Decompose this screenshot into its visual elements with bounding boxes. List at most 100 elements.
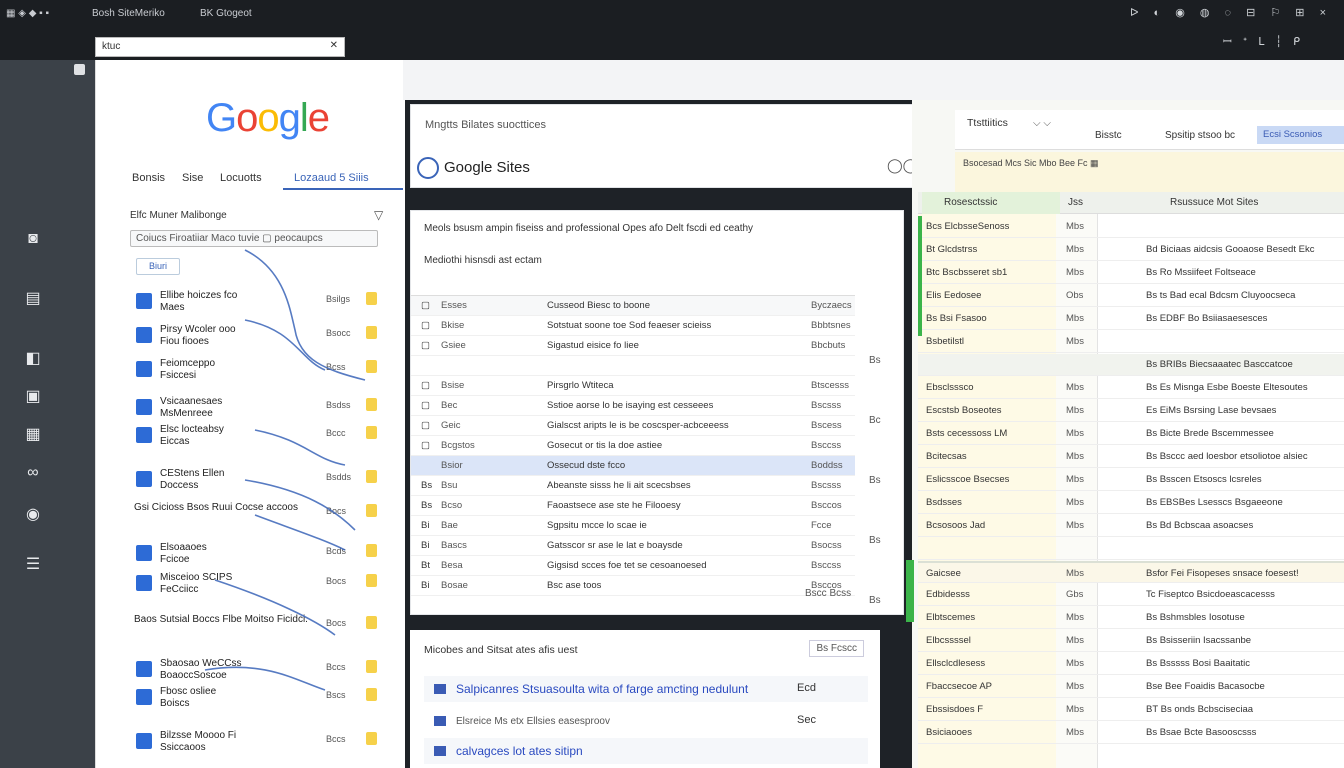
grid-cell-c2[interactable]: Mbs (1066, 727, 1084, 738)
grid-cell-c3[interactable]: Bs Es Misnga Esbe Boeste Eltesoutes (1146, 382, 1342, 393)
grid-cell-c3[interactable]: Bs Ro Mssiifeet Foltseace (1146, 267, 1342, 278)
list-item[interactable]: CEStens Ellen Doccess Bsdds (134, 468, 394, 496)
grid-cell-c2[interactable]: Gbs (1066, 589, 1083, 600)
close-icon[interactable]: ✕ (330, 40, 338, 51)
grid-cell-c1[interactable]: Bsdsses (926, 497, 1056, 508)
grid-row[interactable]: Bcsosoos Jad Mbs Bs Bd Bcbscaa asoacses (918, 515, 1344, 537)
table-row[interactable]: ▢ Geic Gialscst aripts le is be coscsper-a… (411, 416, 855, 436)
grid-row[interactable]: Bsts cecessoss LM Mbs Bs Bicte Brede Bscem… (918, 423, 1344, 445)
grid-cell-c1[interactable]: Bsiciaooes (926, 727, 1056, 738)
table-row[interactable]: ▢ Bcgstos Gosecut or tis la doe astiee Bscc… (411, 436, 855, 456)
related-item[interactable]: Salpicanres Stsuasoulta wita of farge am… (424, 676, 868, 702)
grid-cell-c1[interactable]: Bt Glcdstrss (926, 244, 1056, 255)
system-tray-icons-secondary[interactable]: ꟷ ᐩ ᒪ ┆ ᑭ (1223, 34, 1304, 49)
list-item[interactable]: Fbosc osliee Boiscs Bscs (134, 686, 394, 714)
grid-cell-c2[interactable]: Mbs (1066, 658, 1084, 669)
grid-row[interactable]: Bsiciaooes Mbs Bs Bsae Bcte Basooscsss (918, 722, 1344, 744)
grid-row[interactable]: Elis Eedosee Obs Bs ts Bad ecal Bdcsm Cluy… (918, 285, 1344, 307)
drive-icon[interactable]: ▣ (22, 386, 44, 408)
grid-cell-c3[interactable]: Bs ts Bad ecal Bdcsm Cluyoocseca (1146, 290, 1342, 301)
grid-cell-c3[interactable]: Bs Bd Bcbscaa asoacses (1146, 520, 1342, 531)
grid-cell-c2[interactable]: Obs (1066, 290, 1083, 301)
grid-cell-c1[interactable]: Eslicsscoe Bsecses (926, 474, 1056, 485)
list-item[interactable]: Bilzsse Moooo Fi Ssiccaoos Bccs (134, 730, 394, 758)
grid-icon[interactable]: ▦ (22, 424, 44, 446)
list-item[interactable]: Sbaosao WeCCss BoaoccSoscoe Bccs (134, 658, 394, 686)
grid-cell-c2[interactable]: Mbs (1066, 244, 1084, 255)
star-icon[interactable] (366, 326, 377, 339)
grid-row[interactable]: Ebsclsssco Mbs Bs Es Misnga Esbe Boeste El… (918, 377, 1344, 399)
star-icon[interactable] (366, 688, 377, 701)
window-controls[interactable]: ▦ ◈ ◆ ▪ ▪ (6, 8, 49, 22)
grid-cell-c3[interactable]: Bs EDBF Bo Bsiiasaesesces (1146, 313, 1342, 324)
related-item[interactable]: Elsreice Ms etx Ellsies easesproov Sec (424, 708, 868, 734)
grid-cell-c1[interactable]: Bcsosoos Jad (926, 520, 1056, 531)
grid-cell-c2[interactable]: Mbs (1066, 267, 1084, 278)
related-action-button[interactable]: Bs Fcscc (809, 640, 864, 657)
grid-cell-c1[interactable]: Edbidesss (926, 589, 1056, 600)
grid-cell-c2[interactable]: Mbs (1066, 313, 1084, 324)
grid-cell-c3[interactable]: Bs Bsssss Bosi Baaitatic (1146, 658, 1342, 669)
grid-row[interactable]: Fbaccsecoe AP Mbs Bse Bee Foaidis Bacasocb… (918, 676, 1344, 698)
tab-locuotts[interactable]: Locuotts (220, 172, 262, 184)
filter-chip[interactable]: Biuri (136, 258, 180, 275)
grid-cell-c1[interactable]: Gaicsee (926, 568, 1056, 579)
table-footer[interactable]: Bscc Bcss (805, 588, 895, 608)
header-cell-a[interactable]: Rosesctssic (922, 192, 1060, 214)
grid-cell-c2[interactable]: Mbs (1066, 474, 1084, 485)
grid-cell-c1[interactable]: Bcitecsas (926, 451, 1056, 462)
grid-cell-c2[interactable]: Mbs (1066, 681, 1084, 692)
table-row[interactable]: ▢ Gsiee Sigastud eisice fo liee Bbcbuts (411, 336, 855, 356)
table-row[interactable]: Bs Bcso Faoastsece ase ste he Filooesy Bscc… (411, 496, 855, 516)
grid-cell-c3[interactable]: Tc Fiseptco Bsicdoeascacesss (1146, 589, 1342, 600)
grid-cell-c1[interactable]: Elbtscemes (926, 612, 1056, 623)
grid-cell-c2[interactable]: Mbs (1066, 405, 1084, 416)
filter-search-input[interactable]: Coiucs Firoatiiar Maco tuvie ▢ peocaupcs (130, 230, 378, 247)
grid-cell-c1[interactable]: Escstsb Boseotes (926, 405, 1056, 416)
grid-row[interactable]: Bsdsses Mbs Bs EBSBes Lsesscs Bsgaeeone (918, 492, 1344, 514)
grid-cell-c1[interactable]: Elbcssssel (926, 635, 1056, 646)
header-cell-b[interactable]: Jss (1068, 197, 1083, 208)
file-icon[interactable]: ▤ (22, 288, 44, 310)
link-icon[interactable]: ∞ (22, 462, 44, 484)
list-item[interactable]: Vsicaanesaes MsMenreee Bsdss (134, 396, 394, 424)
grid-cell-c2[interactable]: Mbs (1066, 704, 1084, 715)
table-row[interactable]: ▢ Bkise Sotstuat soone toe Sod feaeser sci… (411, 316, 855, 336)
chevron-down-icon[interactable]: ⌵ ⌵ (1033, 118, 1051, 129)
list-item[interactable]: Misceioo SCIPS FeCciicc Bocs (134, 572, 394, 600)
list-item[interactable]: Elsoaaoes Fcicoe Bcds (134, 542, 394, 570)
tab-bonsis[interactable]: Bonsis (132, 172, 165, 184)
grid-cell-c3[interactable]: Bs Bsae Bcte Basooscsss (1146, 727, 1342, 738)
star-icon[interactable] (366, 360, 377, 373)
grid-row[interactable]: Edbidesss Gbs Tc Fiseptco Bsicdoeascacesss (918, 584, 1344, 606)
toolbar-tab-2[interactable]: Bisstc (1095, 130, 1122, 141)
star-icon[interactable] (366, 544, 377, 557)
toolbar-tab-active[interactable]: Ecsi Scsonios (1257, 126, 1344, 144)
filter-row[interactable]: Elfc Muner Malibonge ▽ (130, 208, 383, 222)
grid-cell-c3[interactable]: Bs Bicte Brede Bscemmessee (1146, 428, 1342, 439)
list-item[interactable]: Ellibe hoiczes fco Maes Bsilgs (134, 290, 394, 318)
grid-cell-c1[interactable]: Ellsclcdlesess (926, 658, 1056, 669)
browser-tab-1[interactable]: Bosh SiteMeriko (92, 8, 165, 22)
side-action[interactable]: Bs (869, 355, 881, 366)
grid-cell-c3[interactable]: BT Bs onds Bcbsciseciaa (1146, 704, 1342, 715)
grid-row[interactable]: Elbtscemes Mbs Bs Bshmsbles Iosotuse (918, 607, 1344, 629)
grid-cell-c3[interactable]: Bs BRIBs Biecsaaatec Basccatcoe (1146, 359, 1342, 370)
tab-sise[interactable]: Sise (182, 172, 203, 184)
grid-cell-c3[interactable]: Bs EBSBes Lsesscs Bsgaeeone (1146, 497, 1342, 508)
toolbar-tab-3[interactable]: Spsitip stsoo bc (1165, 130, 1235, 141)
table-row[interactable]: Bsior Ossecud dste fcco Boddss (411, 456, 855, 476)
star-icon[interactable] (366, 470, 377, 483)
list-item[interactable]: Baos Sutsial Boccs Flbe Moitso Ficidci. B… (134, 614, 394, 642)
grid-row[interactable]: Ebssisdoes F Mbs BT Bs onds Bcbsciseciaa (918, 699, 1344, 721)
grid-cell-c1[interactable]: Bsbetilstl (926, 336, 1056, 347)
grid-cell-c1[interactable]: Elis Eedosee (926, 290, 1056, 301)
grid-cell-c3[interactable]: Es EiMs Bsrsing Lase bevsaes (1146, 405, 1342, 416)
grid-cell-c1[interactable]: Btc Bscbsseret sb1 (926, 267, 1056, 278)
grid-cell-c3[interactable]: Bsfor Fei Fisopeses snsace foesest! (1146, 568, 1342, 579)
table-row[interactable]: ▢ Bec Sstioe aorse lo be isaying est cesse… (411, 396, 855, 416)
grid-cell-c2[interactable]: Mbs (1066, 635, 1084, 646)
table-header-row[interactable]: ▢ Esses Cusseod Biesc to boone Byczaecs (411, 296, 855, 316)
grid-row[interactable]: Bcs ElcbsseSenoss Mbs (918, 216, 1344, 238)
star-icon[interactable] (366, 504, 377, 517)
